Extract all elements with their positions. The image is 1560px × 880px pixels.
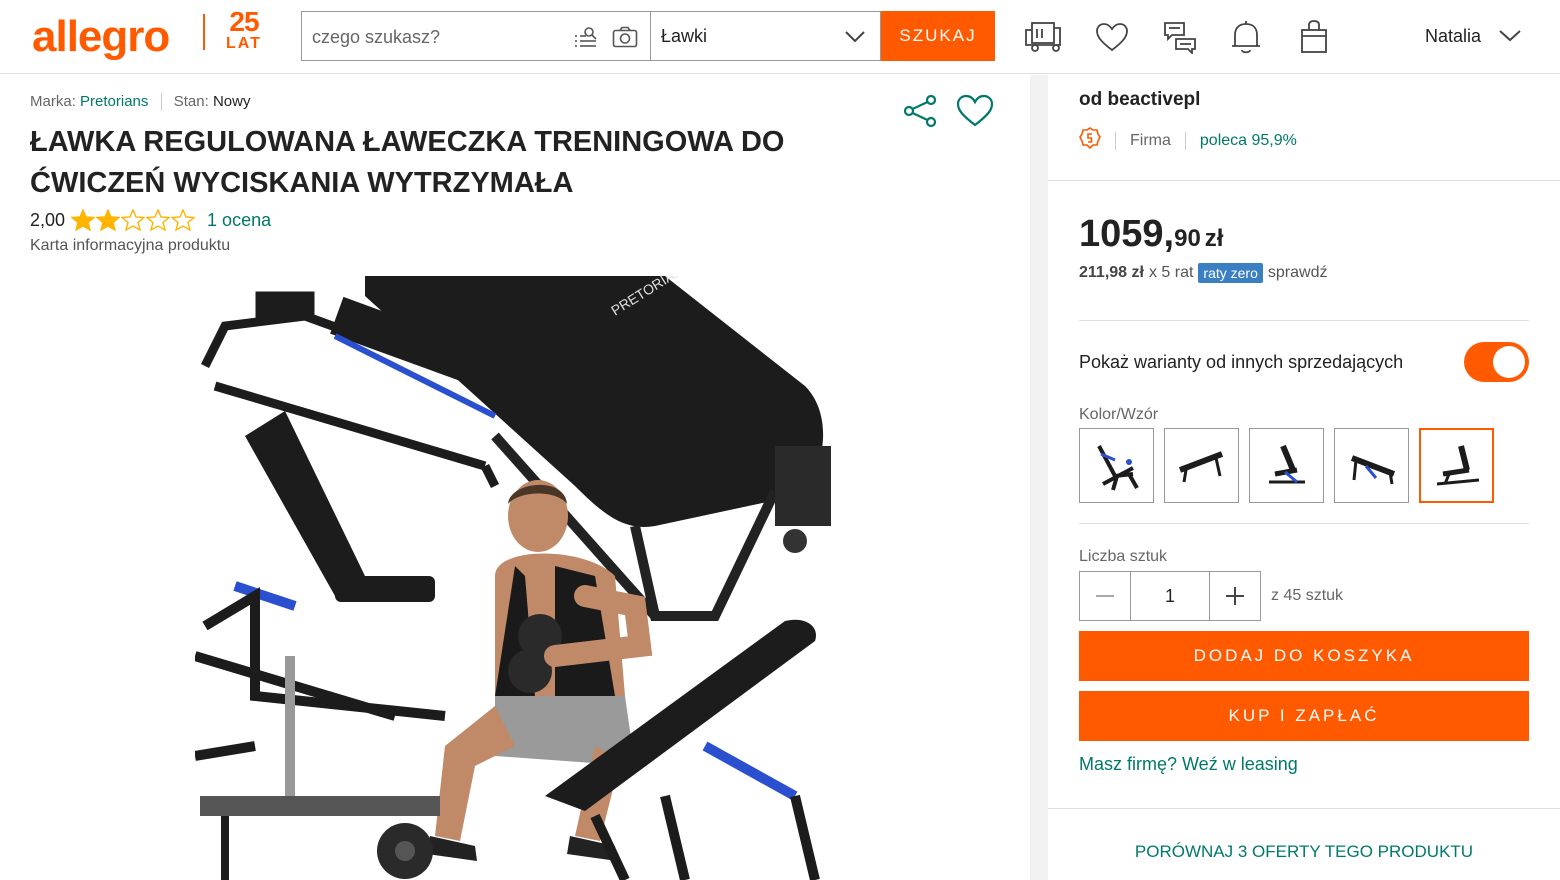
- quantity-label: Liczba sztuk: [1079, 548, 1168, 565]
- variant-list: [1079, 428, 1494, 503]
- delivery-truck-icon[interactable]: [1022, 18, 1066, 56]
- brand-label: Marka:: [30, 93, 76, 110]
- toggle-knob: [1493, 346, 1525, 378]
- chevron-down-icon: [844, 26, 866, 51]
- rating-summary: 2,00 1 ocena: [30, 209, 271, 231]
- seller-type: Firma: [1130, 131, 1171, 149]
- offer-panel: od beactivepl Firma poleca 95,9% 1059,90…: [1048, 75, 1560, 880]
- wishlist-heart-icon[interactable]: [955, 93, 995, 134]
- quantity-input[interactable]: [1130, 572, 1210, 620]
- plus-icon[interactable]: [1210, 572, 1260, 620]
- price-decimal: 90: [1174, 225, 1201, 252]
- installment-amount: 211,98 zł: [1079, 264, 1144, 281]
- other-sellers-toggle[interactable]: [1464, 342, 1529, 382]
- seller-meta-divider: [1184, 131, 1186, 150]
- category-value: Ławki: [661, 26, 708, 46]
- bench-adjustable-illustration: [195, 411, 446, 761]
- buy-now-button[interactable]: KUP I ZAPŁAĆ: [1079, 691, 1529, 741]
- divider: [1048, 808, 1560, 809]
- variant-option-3[interactable]: [1249, 428, 1324, 503]
- seller-meta-divider: [1115, 131, 1116, 150]
- heart-icon[interactable]: [1090, 18, 1134, 56]
- divider: [1079, 320, 1529, 321]
- messages-icon[interactable]: [1158, 18, 1202, 56]
- compare-offers-link[interactable]: PORÓWNAJ 3 OFERTY TEGO PRODUKTU: [1048, 842, 1560, 862]
- bell-icon[interactable]: [1224, 18, 1268, 56]
- search-input[interactable]: [312, 24, 562, 50]
- variant-option-4[interactable]: [1334, 428, 1409, 503]
- other-sellers-toggle-label: Pokaż warianty od innych sprzedających: [1079, 352, 1404, 372]
- anniversary-label: LAT: [226, 35, 262, 52]
- seller-recommend-link[interactable]: poleca 95,9%: [1200, 132, 1297, 150]
- share-icon[interactable]: [900, 93, 940, 134]
- variant-option-2[interactable]: [1164, 428, 1239, 503]
- condition-label: Stan:: [173, 93, 209, 110]
- star-empty-icon: [146, 209, 171, 231]
- raty-zero-badge: raty zero: [1198, 263, 1263, 283]
- price: 1059,90 zł: [1079, 213, 1223, 256]
- attribute-divider: [160, 93, 162, 112]
- search-button[interactable]: SZUKAJ: [881, 11, 995, 61]
- user-name[interactable]: Natalia: [1425, 26, 1481, 47]
- product-attributes: Marka: Pretorians Stan: Nowy: [30, 93, 251, 112]
- installment-check-link[interactable]: sprawdź: [1268, 264, 1328, 282]
- star-empty-icon: [171, 209, 196, 231]
- star-filled-icon: [96, 209, 121, 231]
- divider: [1048, 180, 1560, 181]
- athlete-illustration: [427, 480, 653, 861]
- price-currency: zł: [1204, 225, 1224, 252]
- divider: [1079, 523, 1529, 524]
- star-empty-icon: [121, 209, 146, 231]
- minus-icon[interactable]: [1080, 572, 1130, 620]
- seller-name[interactable]: od beactivepl: [1079, 89, 1200, 111]
- product-info-card-link[interactable]: Karta informacyjna produktu: [30, 237, 230, 255]
- product-main: Marka: Pretorians Stan: Nowy ŁAWKA REGUL…: [0, 75, 1030, 880]
- installment-count: x 5 rat: [1148, 264, 1194, 281]
- camera-icon[interactable]: [610, 24, 640, 50]
- rating-stars: [71, 209, 196, 231]
- column-divider: [1030, 75, 1048, 880]
- seller-meta: Firma poleca 95,9%: [1079, 127, 1297, 154]
- allegro-logo[interactable]: allegro: [32, 12, 170, 62]
- brand-link[interactable]: Pretorians: [80, 93, 148, 110]
- search-box: [301, 11, 650, 61]
- installment-info: 211,98 zł x 5 rat raty zero sprawdź: [1079, 263, 1327, 283]
- rating-count-link[interactable]: 1 ocena: [207, 210, 271, 231]
- product-title: ŁAWKA REGULOWANA ŁAWECZKA TRENINGOWA DO …: [30, 126, 785, 199]
- chevron-down-icon[interactable]: [1497, 24, 1523, 51]
- leasing-link[interactable]: Masz firmę? Weź w leasing: [1079, 754, 1298, 775]
- price-integer: 1059,: [1079, 213, 1175, 255]
- shopping-bag-icon[interactable]: [1292, 18, 1336, 56]
- logo-divider: [203, 14, 205, 50]
- quantity-available: z 45 sztuk: [1271, 587, 1344, 604]
- visual-search-list-icon[interactable]: [572, 24, 600, 50]
- top-header: allegro 25 LAT Ławki SZUKAJ Natalia: [0, 0, 1560, 74]
- variant-label: Kolor/Wzór: [1079, 406, 1159, 423]
- star-filled-icon: [71, 209, 96, 231]
- condition-value: Nowy: [212, 93, 251, 110]
- product-image[interactable]: PRETORIANS: [195, 276, 835, 880]
- anniversary-number: 25: [229, 6, 259, 37]
- super-seller-icon: [1079, 127, 1101, 154]
- rating-value: 2,00: [30, 209, 66, 230]
- add-to-cart-button[interactable]: DODAJ DO KOSZYKA: [1079, 631, 1529, 681]
- category-select[interactable]: Ławki: [650, 11, 881, 61]
- variant-option-5[interactable]: [1419, 428, 1494, 503]
- variant-option-1[interactable]: [1079, 428, 1154, 503]
- quantity-stepper: [1079, 571, 1261, 621]
- anniversary-badge: 25 LAT: [220, 8, 268, 52]
